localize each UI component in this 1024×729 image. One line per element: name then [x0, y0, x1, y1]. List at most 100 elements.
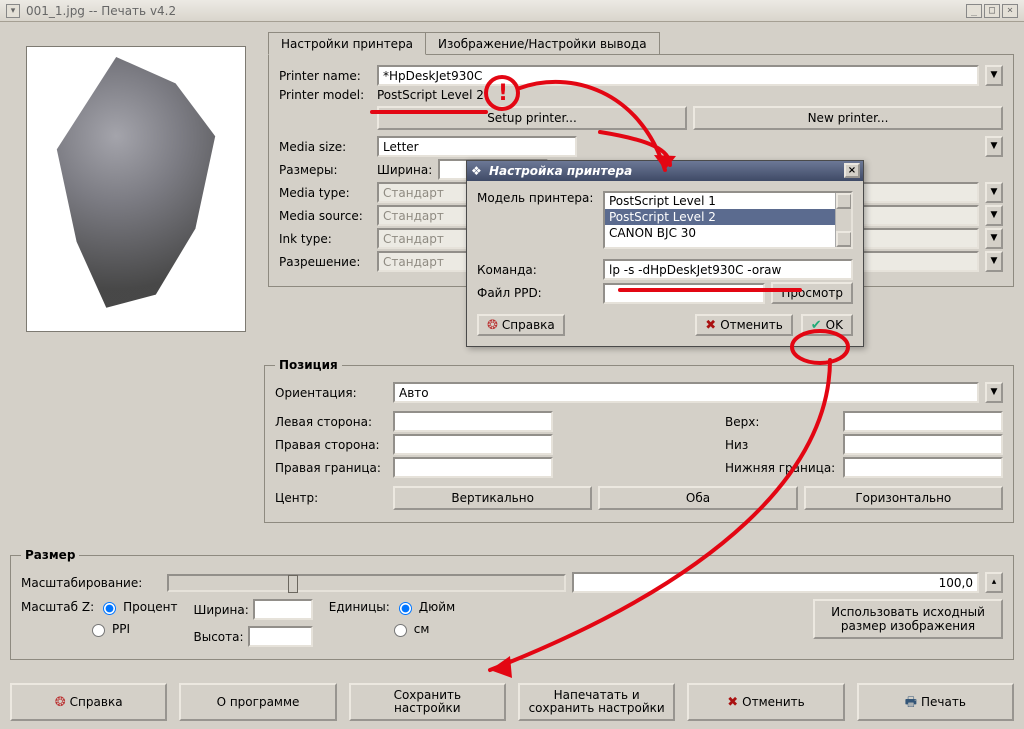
printer-model-listbox[interactable]: PostScript Level 1 PostScript Level 2 CA… [603, 191, 853, 249]
top-input[interactable] [843, 411, 1003, 432]
button-label: Справка [70, 695, 123, 709]
preview-placeholder-icon [37, 57, 235, 321]
size-height-input[interactable] [248, 626, 313, 647]
window-title: 001_1.jpg -- Печать v4.2 [26, 4, 176, 18]
help-icon: ❂ [55, 696, 66, 709]
tab-label: Настройки принтера [281, 37, 413, 51]
orientation-input[interactable] [393, 382, 979, 403]
scale-z-ppi-radio[interactable] [92, 624, 105, 637]
media-size-dropdown-icon[interactable]: ▼ [985, 136, 1003, 157]
printer-setup-dialog: Настройка принтера × Модель принтера: Po… [466, 160, 864, 347]
left-side-label: Левая сторона: [275, 415, 387, 429]
window-menu-icon[interactable]: ▾ [6, 4, 20, 18]
print-button[interactable]: 🖶 Печать [857, 683, 1014, 721]
printer-model-value: PostScript Level 2 [377, 88, 484, 102]
dialog-close-button[interactable]: × [844, 163, 860, 178]
right-border-label: Правая граница: [275, 461, 387, 475]
print-icon: 🖶 [905, 696, 917, 709]
resolution-dropdown-icon[interactable]: ▼ [985, 251, 1003, 272]
save-settings-button[interactable]: Сохранить настройки [349, 683, 506, 721]
media-type-label: Media type: [279, 186, 371, 200]
setup-printer-button[interactable]: Setup printer... [377, 106, 687, 130]
ppd-file-input[interactable] [603, 283, 765, 304]
close-button[interactable]: × [1002, 4, 1018, 18]
bottom-border-label: Нижняя граница: [725, 461, 837, 475]
tab-label: Изображение/Настройки вывода [438, 37, 647, 51]
resolution-label: Разрешение: [279, 255, 371, 269]
right-border-input[interactable] [393, 457, 553, 478]
minimize-button[interactable]: _ [966, 4, 982, 18]
size-height-label: Высота: [193, 630, 243, 644]
list-item[interactable]: CANON BJC 30 [605, 225, 851, 241]
right-side-input[interactable] [393, 434, 553, 455]
size-width-input[interactable] [253, 599, 313, 620]
button-label: Печать [921, 695, 966, 709]
scrollbar[interactable] [835, 193, 851, 247]
tab-printer-settings[interactable]: Настройки принтера [268, 32, 426, 55]
list-item[interactable]: PostScript Level 2 [605, 209, 851, 225]
dialog-help-button[interactable]: ❂ Справка [477, 314, 565, 336]
dimensions-label: Размеры: [279, 163, 371, 177]
orientation-dropdown-icon[interactable]: ▼ [985, 382, 1003, 403]
bottom-label: Низ [725, 438, 837, 452]
scale-z-ppi-label: PPI [112, 622, 130, 636]
right-side-label: Правая сторона: [275, 438, 387, 452]
ok-icon: ✔ [811, 319, 822, 332]
scaling-label: Масштабирование: [21, 576, 161, 590]
button-label: Setup printer... [487, 111, 577, 125]
command-input[interactable] [603, 259, 853, 280]
units-inch-radio[interactable] [399, 602, 412, 615]
units-inch-label: Дюйм [419, 600, 455, 614]
button-label: Отменить [720, 318, 783, 332]
browse-button[interactable]: Просмотр [771, 282, 853, 304]
print-and-save-button[interactable]: Напечатать и сохранить настройки [518, 683, 675, 721]
button-label: Отменить [742, 695, 805, 709]
center-both-button[interactable]: Оба [598, 486, 797, 510]
printer-name-dropdown-icon[interactable]: ▼ [985, 65, 1003, 86]
bottom-border-input[interactable] [843, 457, 1003, 478]
scale-z-percent-label: Процент [123, 600, 177, 614]
position-legend: Позиция [275, 358, 342, 372]
cancel-icon: ✖ [727, 696, 738, 709]
button-label: Оба [686, 491, 710, 505]
about-button[interactable]: О программе [179, 683, 336, 721]
button-label: Справка [502, 318, 555, 332]
button-label: Просмотр [781, 286, 843, 300]
dialog-model-label: Модель принтера: [477, 191, 597, 205]
dialog-ok-button[interactable]: ✔ OK [801, 314, 853, 336]
scaling-value-input[interactable] [572, 572, 979, 593]
image-preview [26, 46, 246, 332]
dialog-cancel-button[interactable]: ✖ Отменить [695, 314, 792, 336]
scaling-stepper-icon[interactable]: ▴ [985, 572, 1003, 593]
center-horizontal-button[interactable]: Горизонтально [804, 486, 1003, 510]
media-source-dropdown-icon[interactable]: ▼ [985, 205, 1003, 226]
printer-name-input[interactable] [377, 65, 979, 86]
help-button[interactable]: ❂ Справка [10, 683, 167, 721]
media-size-input[interactable] [377, 136, 577, 157]
center-vertical-button[interactable]: Вертикально [393, 486, 592, 510]
tab-output-settings[interactable]: Изображение/Настройки вывода [425, 32, 660, 54]
scale-z-percent-radio[interactable] [103, 602, 116, 615]
button-label: New printer... [808, 111, 889, 125]
button-label: О программе [217, 695, 300, 709]
media-source-label: Media source: [279, 209, 371, 223]
units-cm-radio[interactable] [394, 624, 407, 637]
ppd-file-label: Файл PPD: [477, 286, 597, 300]
units-cm-label: см [414, 622, 430, 636]
button-label: OK [826, 318, 843, 332]
cancel-icon: ✖ [705, 319, 716, 332]
dialog-titlebar[interactable]: Настройка принтера × [467, 161, 863, 181]
size-legend: Размер [21, 548, 79, 562]
new-printer-button[interactable]: New printer... [693, 106, 1003, 130]
media-type-dropdown-icon[interactable]: ▼ [985, 182, 1003, 203]
help-icon: ❂ [487, 319, 498, 332]
ink-type-dropdown-icon[interactable]: ▼ [985, 228, 1003, 249]
cancel-button[interactable]: ✖ Отменить [687, 683, 844, 721]
list-item[interactable]: PostScript Level 1 [605, 193, 851, 209]
use-original-size-button[interactable]: Использовать исходный размер изображения [813, 599, 1003, 639]
left-side-input[interactable] [393, 411, 553, 432]
scaling-slider[interactable] [167, 574, 566, 592]
button-label: Горизонтально [855, 491, 951, 505]
bottom-input[interactable] [843, 434, 1003, 455]
maximize-button[interactable]: □ [984, 4, 1000, 18]
